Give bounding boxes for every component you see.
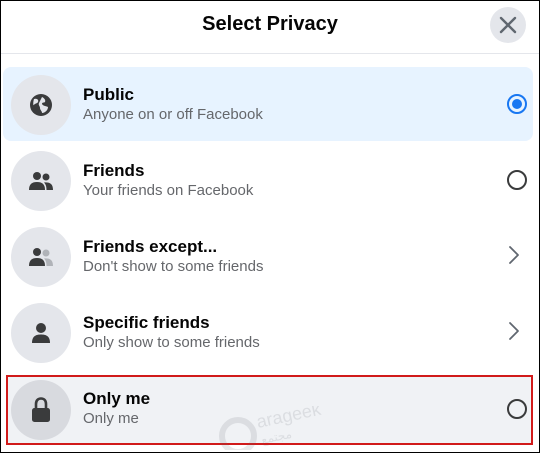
option-friends[interactable]: Friends Your friends on Facebook	[3, 143, 533, 217]
close-icon	[499, 16, 517, 34]
chevron-right-icon[interactable]	[508, 245, 520, 265]
option-icon-circle	[11, 227, 71, 287]
dialog-title: Select Privacy	[202, 13, 338, 35]
globe-icon	[30, 94, 52, 116]
radio-only-me[interactable]	[507, 399, 527, 419]
option-icon-circle	[11, 151, 71, 211]
friends-icon	[29, 172, 53, 190]
option-label: Public	[83, 85, 135, 104]
dialog-header: Select Privacy	[1, 1, 539, 54]
radio-public[interactable]	[507, 94, 527, 114]
option-description: Don't show to some friends	[83, 258, 264, 275]
option-label: Only me	[83, 389, 151, 408]
option-icon-circle	[11, 303, 71, 363]
option-description: Only show to some friends	[83, 334, 260, 351]
option-specific-friends[interactable]: Specific friends Only show to some frien…	[3, 295, 533, 369]
close-button[interactable]	[490, 7, 526, 43]
friends-except-icon	[29, 248, 53, 266]
chevron-right-icon[interactable]	[508, 321, 520, 341]
option-public[interactable]: Public Anyone on or off Facebook	[3, 67, 533, 141]
option-icon-circle	[11, 75, 71, 135]
option-label: Specific friends	[83, 313, 210, 332]
option-description: Your friends on Facebook	[83, 182, 254, 199]
option-label: Friends	[83, 161, 145, 180]
option-description: Anyone on or off Facebook	[83, 106, 263, 123]
option-friends-except[interactable]: Friends except... Don't show to some fri…	[3, 219, 533, 293]
option-label: Friends except...	[83, 237, 218, 256]
option-icon-circle	[11, 380, 71, 440]
option-only-me[interactable]: Only me Only me	[6, 375, 533, 445]
radio-friends[interactable]	[507, 170, 527, 190]
option-description: Only me	[83, 410, 139, 427]
lock-icon	[32, 397, 50, 422]
privacy-dialog: Select Privacy Public Anyone on or off F…	[0, 0, 540, 453]
person-icon	[32, 323, 50, 343]
